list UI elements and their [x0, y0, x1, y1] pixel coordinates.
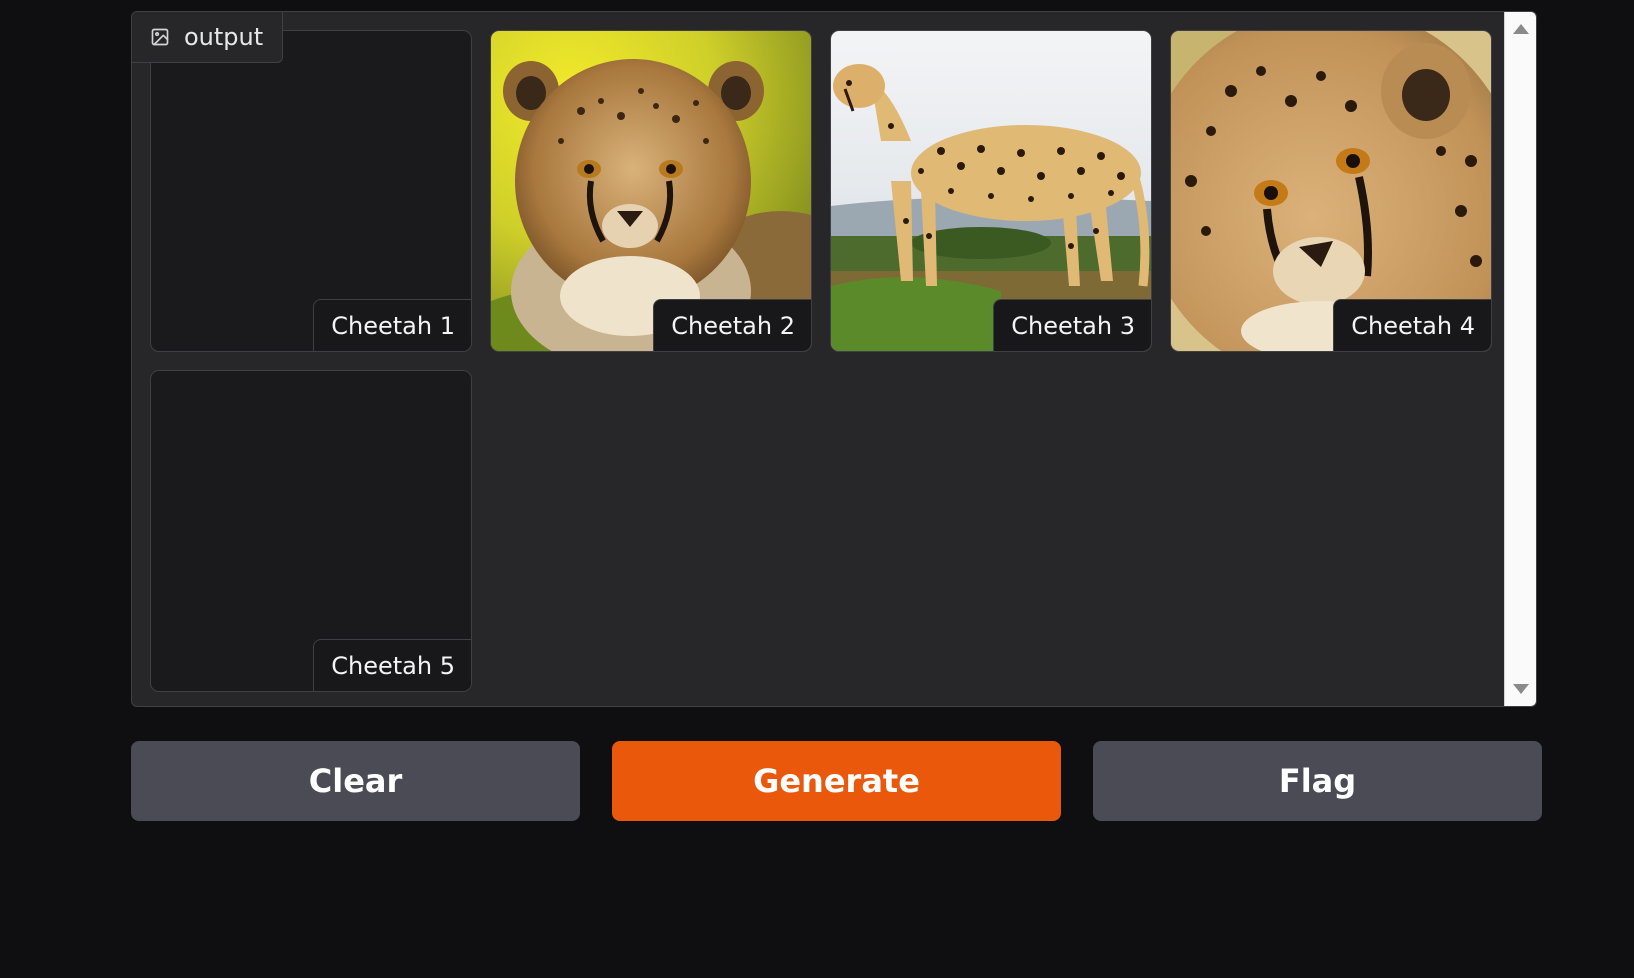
gallery-caption: Cheetah 5 — [313, 639, 471, 691]
generate-button[interactable]: Generate — [612, 741, 1061, 821]
gallery-item-1[interactable]: Cheetah 1 — [150, 30, 472, 352]
gallery-caption: Cheetah 3 — [993, 299, 1151, 351]
scroll-down-arrow-icon[interactable] — [1512, 684, 1529, 694]
output-gallery-block: output Cheetah 1 Cheetah 2 Cheetah 3 Che… — [131, 11, 1537, 707]
gallery-item-5[interactable]: Cheetah 5 — [150, 370, 472, 692]
scroll-up-arrow-icon[interactable] — [1512, 24, 1529, 34]
gallery-caption: Cheetah 4 — [1333, 299, 1491, 351]
output-label-text: output — [184, 23, 264, 51]
gallery-item-4[interactable]: Cheetah 4 — [1170, 30, 1492, 352]
gallery-caption: Cheetah 2 — [653, 299, 811, 351]
image-icon — [150, 27, 170, 47]
clear-button[interactable]: Clear — [131, 741, 580, 821]
flag-button[interactable]: Flag — [1093, 741, 1542, 821]
gallery-item-2[interactable]: Cheetah 2 — [490, 30, 812, 352]
gallery-scrollbar[interactable] — [1504, 12, 1536, 706]
gallery-caption: Cheetah 1 — [313, 299, 471, 351]
gallery-item-3[interactable]: Cheetah 3 — [830, 30, 1152, 352]
output-label: output — [132, 12, 283, 63]
